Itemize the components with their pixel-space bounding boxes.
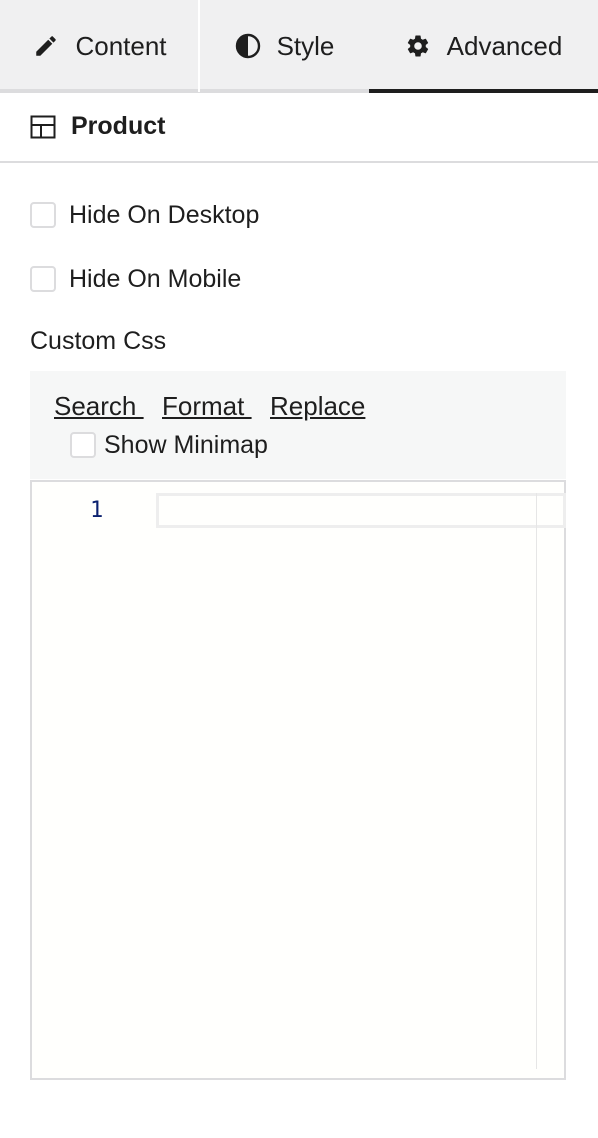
- replace-link[interactable]: Replace: [270, 391, 365, 422]
- half-circle-icon: [235, 33, 261, 59]
- tab-advanced[interactable]: Advanced: [369, 0, 598, 93]
- hide-on-desktop-label: Hide On Desktop: [69, 200, 260, 229]
- hide-on-mobile-label: Hide On Mobile: [69, 264, 242, 293]
- custom-css-label: Custom Css: [30, 327, 167, 355]
- format-link[interactable]: Format: [162, 391, 252, 422]
- table-layout-icon: [30, 114, 56, 140]
- hide-on-mobile-option[interactable]: Hide On Mobile: [30, 262, 241, 296]
- pencil-icon: [33, 33, 59, 59]
- tab-advanced-label: Advanced: [446, 30, 563, 61]
- widget-header: Product: [0, 92, 598, 163]
- show-minimap-checkbox[interactable]: [70, 432, 96, 458]
- panel-tabs: Content Style Advanced: [0, 0, 598, 93]
- gear-icon: [405, 33, 431, 59]
- line-number: 1: [90, 498, 104, 523]
- show-minimap-label: Show Minimap: [104, 430, 268, 459]
- widget-title: Product: [71, 112, 166, 140]
- vertical-scrollbar[interactable]: [536, 493, 537, 1069]
- hide-on-desktop-checkbox[interactable]: [30, 202, 56, 228]
- show-minimap-option[interactable]: Show Minimap: [70, 430, 268, 460]
- hide-on-mobile-checkbox[interactable]: [30, 266, 56, 292]
- tab-content[interactable]: Content: [0, 0, 200, 93]
- css-code-editor[interactable]: 1: [30, 480, 566, 1080]
- tab-style[interactable]: Style: [200, 0, 369, 93]
- hide-on-desktop-option[interactable]: Hide On Desktop: [30, 198, 259, 232]
- search-link[interactable]: Search: [54, 391, 144, 422]
- tab-content-label: Content: [75, 30, 167, 61]
- current-line-highlight[interactable]: [156, 493, 566, 528]
- css-editor-toolbar: Search Format Replace Show Minimap: [30, 371, 566, 479]
- tab-style-label: Style: [276, 30, 335, 61]
